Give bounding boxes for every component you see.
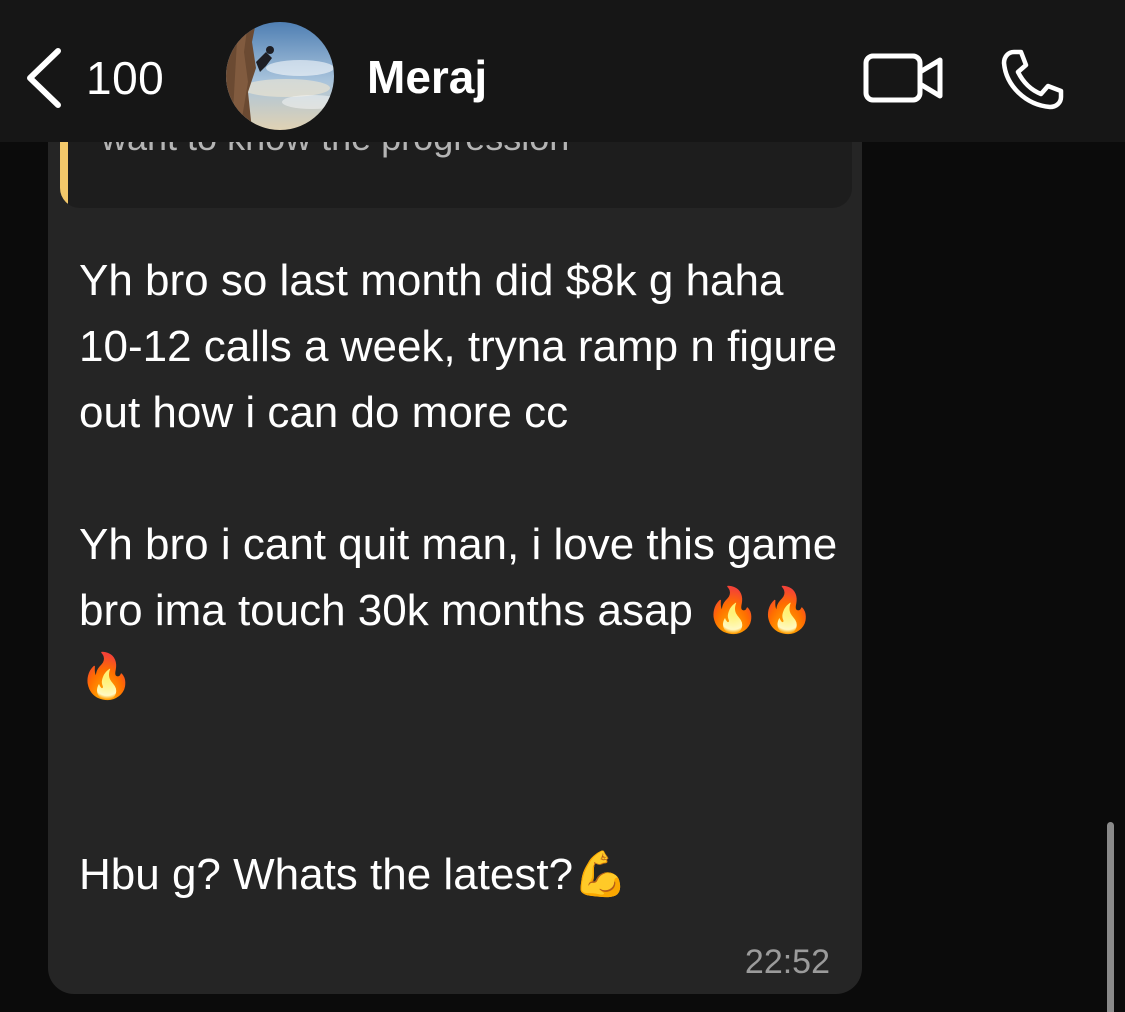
phone-icon <box>1001 49 1064 110</box>
message-text: Yh bro so last month did $8k g haha 10-1… <box>79 248 839 908</box>
chat-header: 100 Meraj <box>0 0 1125 142</box>
message-paragraph: Hbu g? Whats the latest?💪 <box>79 850 628 899</box>
video-call-button[interactable] <box>858 44 948 112</box>
message-timestamp: 22:52 <box>744 943 830 981</box>
contact-name[interactable]: Meraj <box>367 50 487 104</box>
scrollbar[interactable] <box>1107 822 1114 1012</box>
quoted-message-text: want to know the progression <box>101 142 569 160</box>
chevron-left-icon <box>27 48 61 108</box>
message-paragraph: Yh bro so last month did $8k g haha 10-1… <box>79 256 838 437</box>
avatar[interactable] <box>226 22 334 130</box>
message-bubble[interactable]: want to know the progression Yh bro so l… <box>48 142 862 994</box>
quote-accent-bar <box>60 142 68 208</box>
unread-count: 100 <box>86 52 165 104</box>
back-button[interactable]: 100 <box>22 40 164 116</box>
message-paragraph: Yh bro i cant quit man, i love this game… <box>79 520 838 701</box>
video-camera-icon <box>863 53 943 103</box>
quoted-reply[interactable]: want to know the progression <box>60 142 852 208</box>
voice-call-button[interactable] <box>996 44 1072 112</box>
chat-screen: 100 Meraj Yh bro so last month did $8k g… <box>0 0 1125 1012</box>
chat-area: want to know the progression Yh bro so l… <box>0 142 1125 1012</box>
